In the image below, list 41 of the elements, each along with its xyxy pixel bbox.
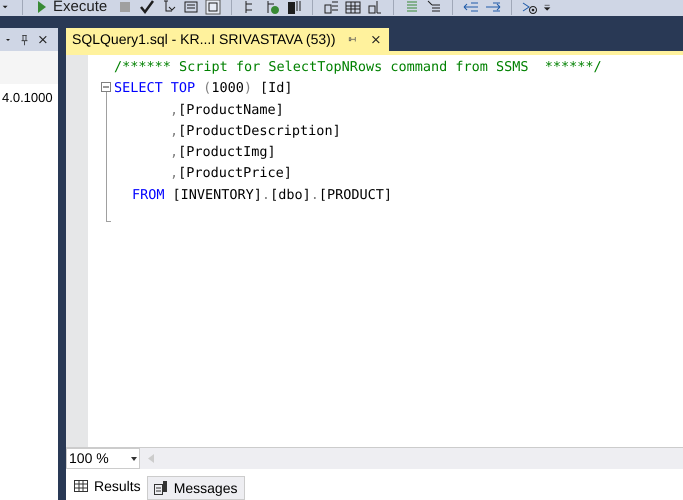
code-token: [ProductPrice] (178, 164, 292, 184)
messages-icon (154, 481, 168, 495)
code-token: ) (244, 79, 252, 98)
text-results-icon[interactable] (323, 0, 340, 15)
code-token: 1000 (211, 79, 244, 98)
device-icon[interactable] (286, 0, 302, 15)
zoom-dropdown[interactable]: 100 % (66, 448, 140, 469)
code-token: [ProductDescription] (178, 122, 341, 141)
caret-icon (131, 456, 137, 460)
execute-button[interactable]: Execute (33, 0, 112, 18)
specify-values-icon[interactable] (522, 0, 538, 15)
code-editor[interactable]: /****** Script for SelectTopNRows command from SSMS ******/ SELECT TOP (1000) [Id] ,[ProductName] ,[ProductDescription] ,[ProductImg] ,[ProductPrice] FROM [INVENTORY].[dbo].[PRODUCT] (66, 51, 683, 447)
grid-icon (74, 480, 88, 492)
sql-keyword: TOP (170, 79, 196, 98)
grid-results-icon[interactable] (345, 0, 362, 15)
collapse-icon[interactable] (101, 82, 111, 92)
checkmark-icon[interactable] (139, 0, 156, 15)
code-token: [ProductName] (178, 100, 284, 120)
code-token: [dbo] (270, 186, 311, 205)
window-icon[interactable] (183, 0, 200, 15)
code-token: [Id] (258, 79, 292, 98)
play-icon (37, 0, 47, 14)
code-comment: /****** Script for SelectTopNRows command from SSMS ******/ (114, 58, 602, 77)
code-token: , (170, 143, 178, 162)
results-tab[interactable]: Messages (146, 476, 244, 500)
file-results-icon[interactable] (367, 0, 384, 15)
code-token: ( (202, 79, 212, 98)
code-token: . (262, 186, 270, 205)
code-token: . (310, 186, 319, 205)
code-token: [INVENTORY] (172, 186, 262, 205)
document-tab[interactable]: SQLQuery1.sql - KR...I SRIVASTAVA (53)) (66, 28, 390, 51)
document-icon[interactable] (205, 0, 222, 15)
tab-title: SQLQuery1.sql - KR...I SRIVASTAVA (53)) (72, 30, 336, 49)
code-token: [ProductImg] (178, 143, 276, 162)
server-version-text: 4.0.1000 (1, 89, 54, 107)
code-token: , (170, 122, 178, 141)
code-token: [PRODUCT] (318, 186, 392, 205)
sql-keyword: FROM (132, 186, 165, 205)
code-token: , (170, 164, 178, 184)
code-token: , (170, 100, 178, 120)
sql-keyword: SELECT (114, 79, 163, 98)
